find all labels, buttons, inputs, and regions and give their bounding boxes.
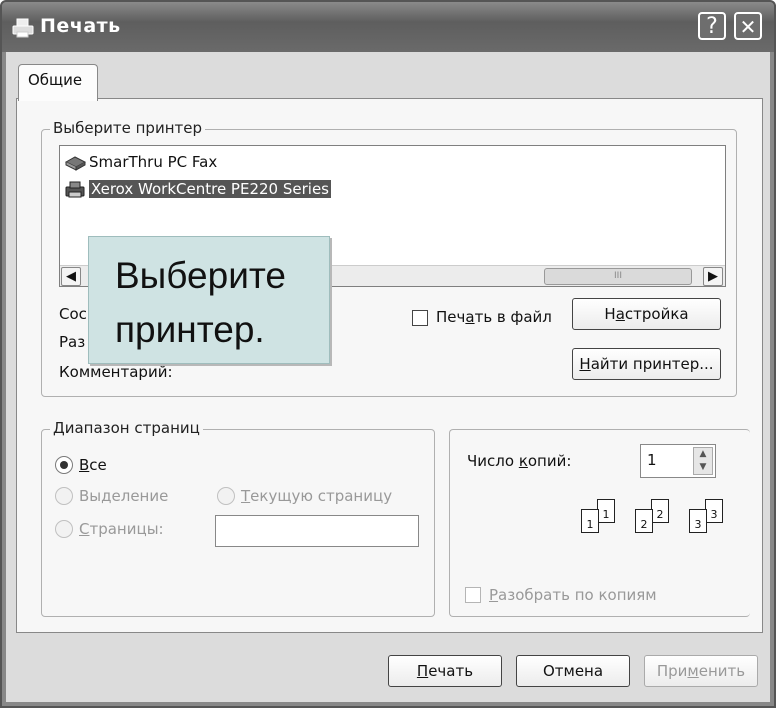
callout-line-2: принтер. [115, 309, 265, 350]
collate-page: 2 [635, 509, 653, 533]
collate-page: 3 [689, 509, 707, 533]
scroll-thumb[interactable]: III [544, 268, 692, 285]
collate-page: 1 [581, 509, 599, 533]
spinner-buttons[interactable]: ▲ ▼ [693, 447, 713, 475]
copies-label: Число копий: [467, 452, 572, 470]
radio-current-page[interactable] [217, 487, 235, 505]
printer-item-xerox[interactable]: Xerox WorkCentre PE220 Series [64, 177, 331, 201]
collate-page: 1 [597, 499, 615, 523]
window-title: Печать [40, 15, 121, 37]
radio-selection[interactable] [55, 487, 73, 505]
comment-label: Комментарий: [59, 363, 173, 381]
print-to-file-checkbox[interactable] [412, 310, 428, 326]
fax-icon [64, 156, 86, 171]
printer-icon [12, 18, 34, 38]
print-button[interactable]: Печать [388, 655, 502, 687]
title-bar[interactable]: Печать ? ✕ [2, 2, 774, 52]
collate-page: 3 [705, 499, 723, 523]
collate-page: 2 [651, 499, 669, 523]
printer-item-fax[interactable]: SmarThru PC Fax [64, 150, 217, 174]
help-button[interactable]: ? [698, 12, 726, 40]
tab-general[interactable]: Общие [18, 64, 98, 101]
tab-label: Общие [28, 71, 83, 89]
spin-up-icon[interactable]: ▲ [694, 448, 712, 461]
radio-selection-label[interactable]: Выделение [79, 487, 168, 505]
radio-current-page-label[interactable]: Текущую страницу [241, 487, 392, 505]
scroll-right-arrow[interactable]: ▶ [703, 267, 723, 286]
close-button[interactable]: ✕ [734, 12, 762, 40]
copies-value: 1 [647, 451, 657, 469]
spin-down-icon[interactable]: ▼ [694, 461, 712, 474]
scroll-left-arrow[interactable]: ◀ [61, 267, 81, 286]
apply-button[interactable]: Применить [644, 655, 758, 687]
copies-spinner[interactable]: 1 ▲ ▼ [640, 444, 716, 478]
printer-name: SmarThru PC Fax [89, 153, 218, 171]
radio-pages[interactable] [55, 520, 73, 538]
settings-button[interactable]: Настройка [572, 298, 721, 330]
page-range-label: Диапазон страниц [50, 419, 203, 437]
dialog-body: Общие Выберите принтер SmarThru PC Fax X… [6, 52, 770, 702]
collate-label[interactable]: Разобрать по копиям [489, 586, 657, 604]
callout-line-1: Выберите [115, 255, 286, 296]
printer-icon [65, 181, 85, 198]
print-to-file-label[interactable]: Печать в файл [436, 308, 552, 326]
status-label: Сос [59, 305, 87, 323]
printer-name: Xerox WorkCentre PE220 Series [89, 180, 331, 198]
tab-panel: Выберите принтер SmarThru PC Fax Xerox W… [16, 98, 763, 633]
cancel-button[interactable]: Отмена [516, 655, 630, 687]
collate-checkbox[interactable] [465, 587, 481, 603]
location-label: Раз [59, 333, 86, 351]
radio-all[interactable] [55, 456, 73, 474]
callout-box: Выберите принтер. [88, 236, 330, 364]
find-printer-button[interactable]: Найти принтер... [572, 348, 721, 380]
radio-pages-label[interactable]: Страницы: [79, 520, 164, 538]
callout-text: Выберите принтер. [115, 249, 286, 357]
radio-all-label[interactable]: Все [79, 456, 107, 474]
printer-group-label: Выберите принтер [50, 119, 205, 137]
pages-input[interactable] [215, 515, 419, 547]
